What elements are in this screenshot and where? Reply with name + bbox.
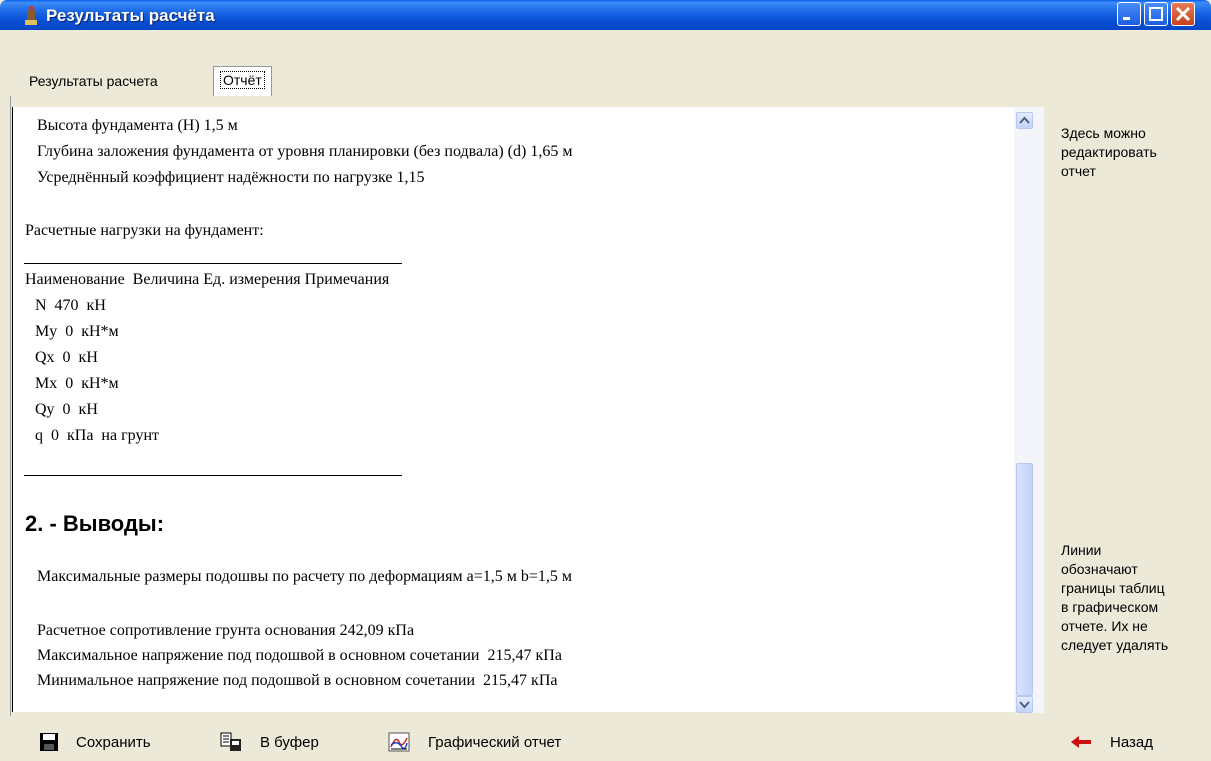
table-row: Qy 0 кН bbox=[35, 401, 98, 418]
maximize-button[interactable] bbox=[1144, 2, 1168, 26]
table-border-line bbox=[24, 475, 402, 476]
hint-line: Линии bbox=[1061, 542, 1102, 558]
vertical-scrollbar[interactable] bbox=[1014, 107, 1044, 713]
graphic-report-button[interactable]: Графический отчет bbox=[388, 730, 561, 754]
hint-line: следует удалять bbox=[1061, 637, 1169, 653]
tab-report[interactable]: Отчёт bbox=[213, 66, 272, 96]
scroll-thumb[interactable] bbox=[1016, 463, 1033, 696]
close-button[interactable] bbox=[1171, 2, 1195, 26]
hint-line: Здесь можно bbox=[1061, 125, 1146, 141]
report-line: Усреднённый коэффициент надёжности по на… bbox=[37, 169, 425, 186]
table-row: My 0 кН*м bbox=[35, 323, 119, 340]
graph-label: Графический отчет bbox=[428, 733, 562, 751]
hint-edit: Здесь можно редактировать отчет bbox=[1061, 124, 1157, 181]
copy-to-buffer-button[interactable]: В буфер bbox=[220, 730, 319, 754]
hint-line: обозначают bbox=[1061, 561, 1138, 577]
report-line: Расчетные нагрузки на фундамент: bbox=[25, 222, 264, 239]
bottom-toolbar: Сохранить В буфер Графический отчет Наза… bbox=[0, 716, 1211, 761]
table-row: Mx 0 кН*м bbox=[35, 375, 119, 392]
chevron-up-icon bbox=[1019, 116, 1030, 124]
chevron-down-icon bbox=[1019, 701, 1030, 709]
conclusion-line: Максимальное напряжение под подошвой в о… bbox=[37, 647, 562, 664]
arrow-left-icon bbox=[1071, 736, 1091, 748]
title-bar[interactable]: Результаты расчёта bbox=[0, 0, 1211, 30]
clipboard-icon bbox=[220, 732, 241, 751]
scroll-down-button[interactable] bbox=[1016, 696, 1033, 713]
report-line: Глубина заложения фундамента от уровня п… bbox=[37, 143, 573, 160]
section-title: 2. - Выводы: bbox=[25, 511, 165, 536]
hint-line: границы таблиц bbox=[1061, 580, 1165, 596]
hint-line: отчет bbox=[1061, 163, 1096, 179]
maximize-icon bbox=[1149, 7, 1163, 21]
copy-label: В буфер bbox=[260, 733, 319, 751]
tab-report-label: Отчёт bbox=[220, 71, 265, 89]
conclusion-line: Минимальное напряжение под подошвой в ос… bbox=[37, 672, 558, 689]
close-icon bbox=[1175, 6, 1191, 22]
minimize-icon bbox=[1123, 17, 1130, 20]
hint-lines: Линии обозначают границы таблиц в графич… bbox=[1061, 541, 1168, 655]
table-border-line bbox=[24, 263, 402, 264]
save-button[interactable]: Сохранить bbox=[40, 730, 151, 754]
conclusion-line: Максимальные размеры подошвы по расчету … bbox=[37, 568, 572, 585]
conclusion-line: Расчетное сопротивление грунта основания… bbox=[37, 622, 415, 639]
save-label: Сохранить bbox=[76, 733, 151, 751]
report-editor[interactable]: Высота фундамента (H) 1,5 м Глубина зало… bbox=[12, 107, 1015, 712]
back-button[interactable]: Назад bbox=[1070, 730, 1153, 754]
hint-line: отчете. Их не bbox=[1061, 618, 1148, 634]
table-header: Наименование Величина Ед. измерения Прим… bbox=[25, 271, 390, 288]
app-icon bbox=[25, 6, 37, 25]
back-label: Назад bbox=[1110, 733, 1153, 751]
tab-results[interactable]: Результаты расчета bbox=[23, 71, 164, 91]
results-window: Результаты расчёта Результаты расчета От… bbox=[0, 0, 1211, 761]
table-row: Qx 0 кН bbox=[35, 349, 98, 366]
floppy-disk-icon bbox=[40, 733, 58, 751]
window-title: Результаты расчёта bbox=[46, 6, 215, 25]
chart-icon bbox=[388, 732, 410, 752]
scroll-up-button[interactable] bbox=[1016, 112, 1033, 129]
hint-line: редактировать bbox=[1061, 144, 1157, 160]
hint-line: в графическом bbox=[1061, 599, 1159, 615]
table-row: N 470 кН bbox=[35, 297, 106, 314]
table-row: q 0 кПа на грунт bbox=[35, 427, 159, 444]
minimize-button[interactable] bbox=[1117, 2, 1141, 26]
report-line: Высота фундамента (H) 1,5 м bbox=[37, 117, 238, 134]
